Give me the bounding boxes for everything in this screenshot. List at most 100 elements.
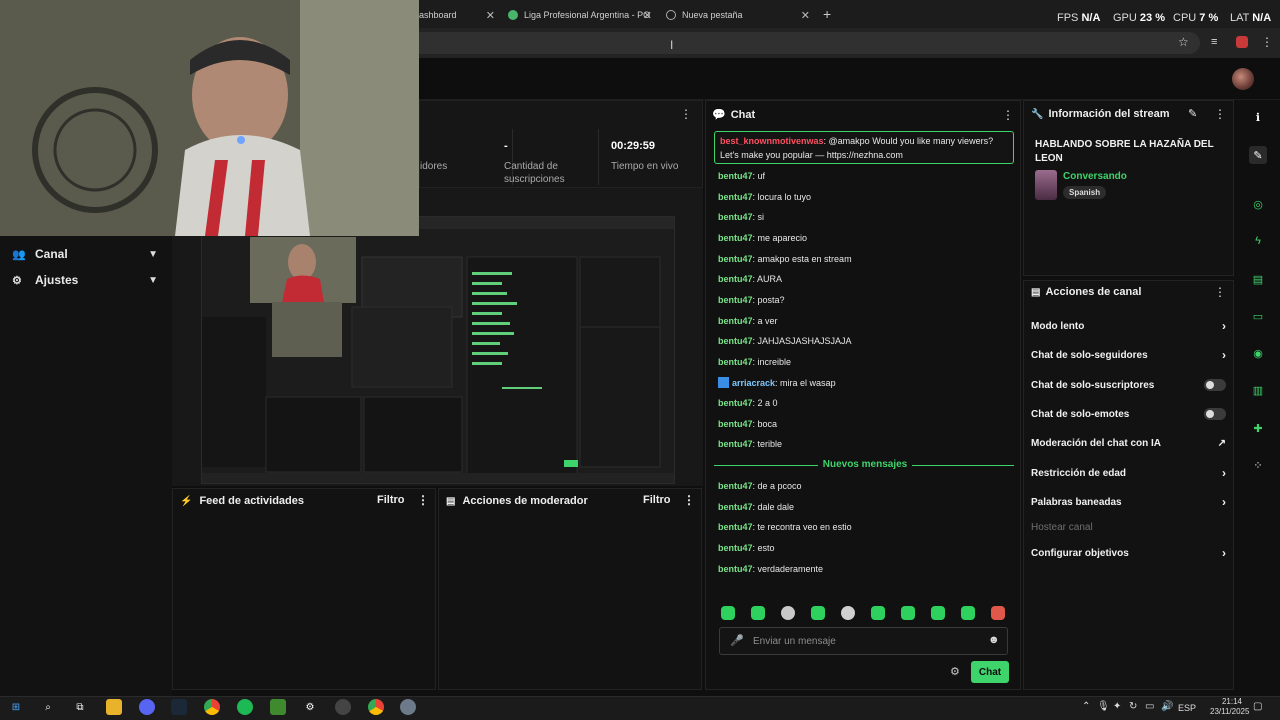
chat-username[interactable]: bentu47 [718, 419, 753, 429]
file-explorer-icon[interactable] [106, 699, 122, 715]
action-banned-words[interactable]: Palabras baneadas › [1031, 493, 1226, 511]
chat-username[interactable]: bentu47 [718, 543, 753, 553]
chat-username[interactable]: bentu47 [718, 439, 753, 449]
emote-icon[interactable] [751, 606, 765, 620]
lightning-icon[interactable]: ϟ [1249, 232, 1267, 250]
more-menu-icon[interactable]: ⋮ [680, 107, 692, 121]
chat-username[interactable]: bentu47 [718, 316, 753, 326]
filter-button[interactable]: Filtro [643, 494, 671, 506]
microphone-icon[interactable]: 🎙 [1097, 701, 1110, 712]
more-menu-icon[interactable]: ⋮ [683, 493, 695, 507]
spotify-icon[interactable] [237, 699, 253, 715]
chevron-up-icon[interactable]: ⌃ [1082, 701, 1090, 712]
emotes-only-toggle[interactable] [1204, 408, 1226, 420]
broadcast-icon[interactable]: ◉ [1249, 344, 1267, 362]
pinned-username[interactable]: best_knownmotivenwas [720, 136, 824, 146]
action-ai-moderation[interactable]: Moderación del chat con IA ↗ [1031, 434, 1226, 452]
volume-icon[interactable]: 🔊 [1161, 701, 1173, 712]
chat-username[interactable]: bentu47 [718, 522, 753, 532]
emote-icon[interactable] [901, 606, 915, 620]
chat-username[interactable]: bentu47 [718, 233, 753, 243]
avatar[interactable] [1232, 68, 1254, 90]
wrench-icon[interactable]: ✚ [1249, 419, 1267, 437]
emote-icon[interactable] [931, 606, 945, 620]
chat-username[interactable]: bentu47 [718, 357, 753, 367]
chat-username[interactable]: bentu47 [718, 502, 753, 512]
task-view-icon[interactable]: ⧉ [72, 699, 88, 715]
emote-icon[interactable] [991, 606, 1005, 620]
chat-username[interactable]: bentu47 [718, 295, 753, 305]
more-menu-icon[interactable]: ⋮ [417, 493, 429, 507]
settings-icon[interactable]: ⚙ [302, 699, 318, 715]
playlist-icon[interactable]: ≡ [1211, 36, 1217, 48]
info-icon[interactable]: ℹ [1249, 108, 1267, 126]
bluetooth-icon[interactable]: ✦ [1113, 701, 1121, 712]
tab-dashboard[interactable]: ashboard ✕ [419, 4, 495, 26]
send-chat-button[interactable]: Chat [971, 661, 1009, 683]
chat-username[interactable]: bentu47 [718, 336, 753, 346]
tab-new-tab[interactable]: Nueva pestaña ✕ [666, 4, 810, 26]
chat-username[interactable]: bentu47 [718, 398, 753, 408]
action-slow-mode[interactable]: Modo lento › [1031, 317, 1226, 335]
document-icon[interactable]: ▤ [1249, 270, 1267, 288]
chat-username[interactable]: bentu47 [718, 481, 753, 491]
chrome-icon[interactable] [204, 699, 220, 715]
new-tab-plus-icon[interactable]: + [823, 6, 831, 22]
extension-icon[interactable] [1236, 36, 1248, 48]
emote-icon[interactable] [721, 606, 735, 620]
chat-username[interactable]: bentu47 [718, 171, 753, 181]
chat-username[interactable]: arriacrack [732, 378, 775, 388]
more-menu-icon[interactable]: ⋮ [1002, 108, 1014, 122]
pencil-icon[interactable]: ✎ [1249, 146, 1267, 164]
action-configure-goals[interactable]: Configurar objetivos › [1031, 544, 1226, 562]
more-menu-icon[interactable]: ⋮ [1214, 107, 1226, 121]
minecraft-icon[interactable] [270, 699, 286, 715]
gear-icon[interactable]: ⚙ [950, 665, 960, 678]
close-tab-icon[interactable]: ✕ [643, 9, 652, 22]
apps-icon[interactable]: ⁘ [1249, 456, 1267, 474]
tab-liga-profesional[interactable]: Liga Profesional Argentina - PO ✕ [508, 4, 652, 26]
close-tab-icon[interactable]: ✕ [486, 9, 495, 22]
sync-icon[interactable]: ↻ [1129, 701, 1137, 712]
close-tab-icon[interactable]: ✕ [801, 9, 810, 22]
edit-pencil-icon[interactable]: ✎ [1188, 107, 1197, 120]
steam-icon[interactable] [171, 699, 187, 715]
emote-icon[interactable] [781, 606, 795, 620]
obs-icon[interactable] [335, 699, 351, 715]
chrome-active-icon[interactable] [368, 699, 384, 715]
emote-icon[interactable] [841, 606, 855, 620]
subs-only-toggle[interactable] [1204, 379, 1226, 391]
more-menu-icon[interactable]: ⋮ [1214, 285, 1226, 299]
microphone-icon[interactable]: 🎤 [730, 634, 744, 647]
chat-username[interactable]: bentu47 [718, 274, 753, 284]
emote-icon[interactable] [811, 606, 825, 620]
chat-username[interactable]: bentu47 [718, 564, 753, 574]
language-indicator[interactable]: ESP [1178, 703, 1196, 713]
url-input[interactable] [410, 32, 1200, 54]
sidebar-item-canal[interactable]: 👥 Canal ▼ [12, 244, 162, 264]
chat-input[interactable]: 🎤 Enviar un mensaje ☻ [719, 627, 1008, 655]
layout-icon[interactable]: ▥ [1249, 381, 1267, 399]
chat-username[interactable]: bentu47 [718, 212, 753, 222]
emoji-icon[interactable]: ☻ [988, 634, 1000, 646]
sidebar-item-ajustes[interactable]: ⚙ Ajustes ▼ [12, 270, 162, 290]
emote-icon[interactable] [871, 606, 885, 620]
action-followers-only[interactable]: Chat de solo-seguidores › [1031, 346, 1226, 364]
search-icon[interactable]: ⌕ [40, 699, 56, 715]
chat-username[interactable]: bentu47 [718, 192, 753, 202]
target-icon[interactable]: ◎ [1249, 195, 1267, 213]
app-icon[interactable] [400, 699, 416, 715]
chat-icon[interactable]: ▭ [1249, 307, 1267, 325]
clock[interactable]: 21:14 23/11/2025 [1210, 697, 1249, 717]
star-icon[interactable]: ☆ [1178, 35, 1189, 49]
category-name[interactable]: Conversando [1063, 171, 1127, 182]
notifications-icon[interactable]: ▢ [1253, 701, 1262, 712]
windows-start-icon[interactable]: ⊞ [8, 699, 24, 715]
network-icon[interactable]: ▭ [1145, 701, 1154, 712]
filter-button[interactable]: Filtro [377, 494, 405, 506]
emote-icon[interactable] [961, 606, 975, 620]
discord-icon[interactable] [139, 699, 155, 715]
chat-username[interactable]: bentu47 [718, 254, 753, 264]
action-age-restriction[interactable]: Restricción de edad › [1031, 464, 1226, 482]
more-menu-icon[interactable]: ⋮ [1261, 35, 1273, 49]
